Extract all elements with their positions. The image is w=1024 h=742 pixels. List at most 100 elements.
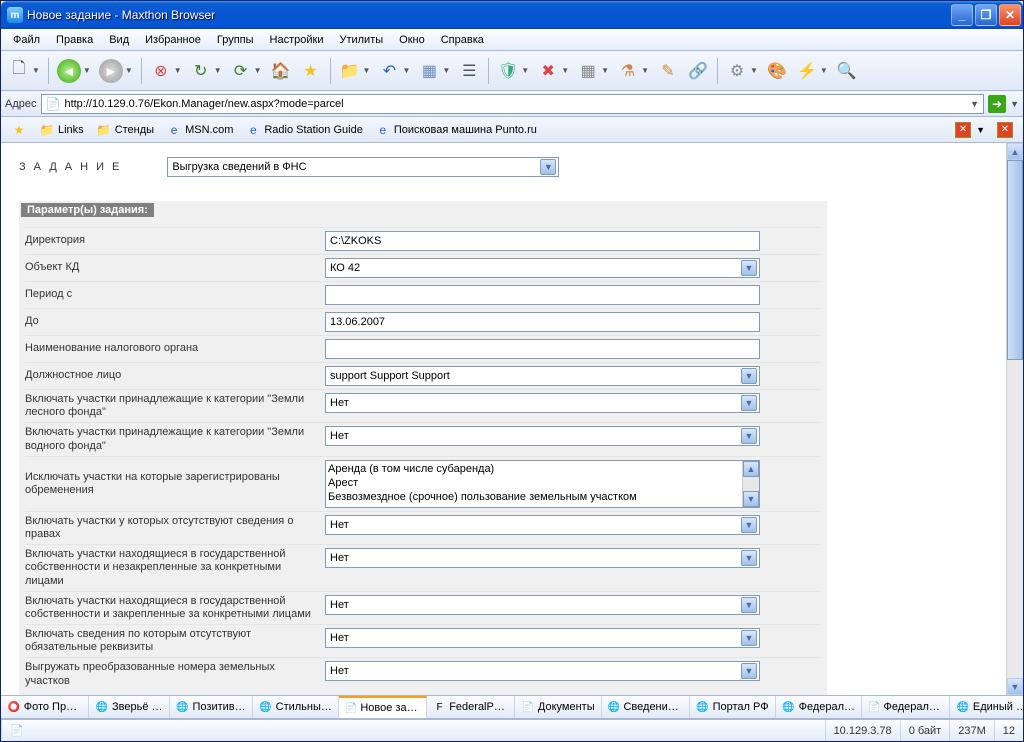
gov1-select[interactable]: Нет▼ [325, 548, 760, 568]
list-item[interactable]: Безвозмездное (срочное) пользование земе… [328, 490, 757, 504]
tab-0[interactable]: ⭕Фото При… [1, 696, 89, 718]
gov1-label: Включать участки находящиеся в государст… [25, 548, 325, 588]
tool1-button[interactable]: ⚙▼ [723, 56, 761, 86]
obj-label: Объект КД [25, 258, 325, 278]
task-select[interactable]: Выгрузка сведений в ФНС ▼ [167, 157, 559, 177]
tab-11[interactable]: 🌐Единый к… [950, 696, 1024, 718]
options-button[interactable]: ▦▼ [415, 56, 453, 86]
tab-4[interactable]: 📄Новое задание [339, 696, 427, 718]
new-tab-button[interactable]: 🗋▼ [5, 56, 43, 86]
close-button[interactable]: ✕ [999, 4, 1021, 26]
status-mem: 237M [949, 720, 994, 741]
tab-7[interactable]: 🌐Сведения … [602, 696, 690, 718]
tab-icon: 🌐 [956, 700, 970, 714]
official-select[interactable]: support Support Support▼ [325, 366, 760, 386]
scroll-down-icon[interactable]: ▼ [1007, 678, 1023, 695]
tax-label: Наименование налогового органа [25, 339, 325, 359]
period-to-input[interactable] [325, 312, 760, 332]
tool3-button[interactable]: ⚡▼ [793, 56, 831, 86]
home-button[interactable]: 🏠 [267, 56, 295, 86]
scroll-thumb[interactable] [1007, 160, 1023, 360]
status-bar: 📄 10.129.3.78 0 байт 237M 12 [1, 719, 1023, 741]
close-all-button[interactable]: ✕ [993, 120, 1017, 140]
star-icon: ★ [300, 60, 322, 82]
gov2-select[interactable]: Нет▼ [325, 595, 760, 615]
tab-5[interactable]: FFederalPo… [427, 696, 515, 718]
exclude-listbox[interactable]: Аренда (в том числе субаренда) Арест Без… [325, 460, 760, 508]
bookmark-msn[interactable]: eMSN.com [162, 120, 237, 140]
edit-button[interactable]: ✎ [654, 56, 682, 86]
tab-6[interactable]: 📄Документы [515, 696, 602, 718]
period-from-input[interactable] [325, 285, 760, 305]
bookmark-stands[interactable]: 📁Стенды [92, 120, 158, 140]
req-select[interactable]: Нет▼ [325, 628, 760, 648]
cancel-icon: ✖ [537, 60, 559, 82]
reload2-button[interactable]: ⟳▼ [227, 56, 265, 86]
tool4-button[interactable]: 🔍 [833, 56, 861, 86]
grid-button[interactable]: ▦▼ [574, 56, 612, 86]
add-favorite-button[interactable]: ★ [7, 120, 31, 140]
page-scrollbar[interactable]: ▲ ▼ [1006, 143, 1023, 695]
window-title: Новое задание - Maxthon Browser [27, 8, 951, 22]
dir-input[interactable] [325, 231, 760, 251]
menu-help[interactable]: Справка [433, 31, 492, 49]
scroll-up-icon[interactable]: ▲ [1007, 143, 1023, 160]
status-tabcount: 12 [994, 720, 1023, 741]
forest-select[interactable]: Нет▼ [325, 393, 760, 413]
go-button[interactable]: ➜ [988, 95, 1006, 113]
bookmark-links[interactable]: 📁Links [35, 120, 88, 140]
address-label: Адрес [5, 98, 37, 110]
menu-view[interactable]: Вид [101, 31, 137, 49]
water-select[interactable]: Нет▼ [325, 426, 760, 446]
obj-select[interactable]: КО 42▼ [325, 258, 760, 278]
reload-button[interactable]: ↻▼ [187, 56, 225, 86]
water-label: Включать участки принадлежащие к категор… [25, 426, 325, 452]
disable-button[interactable]: ✖▼ [534, 56, 572, 86]
tool2-button[interactable]: 🎨 [763, 56, 791, 86]
bookmark-punto[interactable]: eПоисковая машина Punto.ru [371, 120, 541, 140]
link-button[interactable]: 🔗 [684, 56, 712, 86]
tab-8[interactable]: 🌐Портал РФ [690, 696, 776, 718]
list-item[interactable]: Арест [328, 476, 757, 490]
shield-button[interactable]: 🛡▼ [494, 56, 532, 86]
stop-button[interactable]: ⊗▼ [147, 56, 185, 86]
tax-input[interactable] [325, 339, 760, 359]
menu-groups[interactable]: Группы [209, 31, 262, 49]
address-bar: Адрес 📄 http://10.129.0.76/Ekon.Manager/… [1, 91, 1023, 117]
forward-button[interactable]: ►▼ [96, 56, 136, 86]
tab-9[interactable]: 🌐Федерал… [776, 696, 862, 718]
maximize-button[interactable]: ❐ [975, 4, 997, 26]
star-icon: ★ [11, 122, 27, 138]
menu-utilities[interactable]: Утилиты [331, 31, 391, 49]
menu-file[interactable]: Файл [5, 31, 48, 49]
list-button[interactable]: ☰ [455, 56, 483, 86]
conv-select[interactable]: Нет▼ [325, 661, 760, 681]
filter-button[interactable]: ⚗▼ [614, 56, 652, 86]
gov2-label: Включать участки находящиеся в государст… [25, 595, 325, 621]
close-tab-button[interactable]: ✕▼ [951, 120, 989, 140]
conv-label: Выгружать преобразованные номера земельн… [25, 661, 325, 687]
folder-icon: 📁 [96, 122, 112, 138]
menu-edit[interactable]: Правка [48, 31, 101, 49]
tab-3[interactable]: 🌐Стильны… [253, 696, 339, 718]
listbox-scrollbar[interactable]: ▲▼ [742, 461, 759, 507]
address-field[interactable]: 📄 http://10.129.0.76/Ekon.Manager/new.as… [41, 94, 985, 114]
undo-button[interactable]: ↶▼ [375, 56, 413, 86]
tab-2[interactable]: 🌐Позитив… [170, 696, 253, 718]
dropdown-icon[interactable]: ▼ [970, 99, 979, 109]
menu-window[interactable]: Окно [391, 31, 433, 49]
back-button[interactable]: ◄▼ [54, 56, 94, 86]
list-item[interactable]: Аренда (в том числе субаренда) [328, 462, 757, 476]
menu-favorites[interactable]: Избранное [137, 31, 209, 49]
favorites-button[interactable]: ★ [297, 56, 325, 86]
norights-select[interactable]: Нет▼ [325, 515, 760, 535]
tab-10[interactable]: 📄Федерально… [862, 696, 950, 718]
folder-button[interactable]: 📁▼ [336, 56, 374, 86]
tab-label: Новое задание [360, 702, 420, 714]
bookmark-radio[interactable]: eRadio Station Guide [241, 120, 366, 140]
minimize-button[interactable]: _ [951, 4, 973, 26]
section-header: Параметр(ы) задания: [21, 203, 154, 217]
tab-1[interactable]: 🌐Зверьё … [89, 696, 170, 718]
menu-settings[interactable]: Настройки [262, 31, 332, 49]
go-dropdown[interactable]: ▼ [1010, 99, 1019, 109]
